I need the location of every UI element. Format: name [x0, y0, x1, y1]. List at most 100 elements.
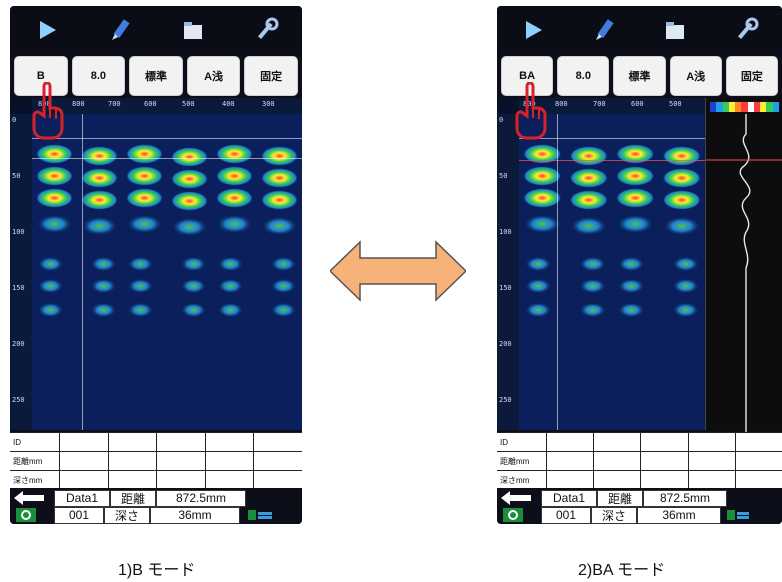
row-label: ID: [10, 433, 60, 451]
reflection-blob: [217, 256, 244, 272]
ytick: 250: [12, 396, 25, 404]
reflection-blob: [662, 146, 702, 166]
range-button[interactable]: 8.0: [71, 56, 126, 96]
back-arrow-icon[interactable]: [501, 491, 531, 505]
distance-label: 距離: [597, 489, 643, 507]
cursor-line-vertical[interactable]: [82, 114, 83, 430]
back-arrow-icon[interactable]: [14, 491, 44, 505]
reflection-blob: [671, 302, 700, 318]
reflection-blob: [662, 190, 702, 210]
reflection-blob: [524, 256, 553, 272]
data-name-field: Data1: [54, 489, 110, 507]
reflection-blob: [80, 216, 119, 236]
reflection-blob: [80, 146, 119, 166]
play-icon[interactable]: [32, 15, 62, 45]
cursor-line-vertical[interactable]: [557, 114, 558, 430]
folder-icon[interactable]: [178, 15, 208, 45]
reflection-blob: [270, 302, 297, 318]
reflection-blob: [215, 188, 254, 208]
b-scan-image[interactable]: 800 800 700 600 500 400 300 0 50 100 150…: [10, 98, 302, 430]
toolbar: [497, 6, 782, 54]
reflection-blob: [617, 302, 646, 318]
reflection-blob: [260, 216, 299, 236]
a-scope-waveform: [705, 98, 782, 434]
b-scan-image[interactable]: 800 800 700 600 500 0 50 100 150 200 250: [497, 98, 705, 430]
reflection-blob: [615, 144, 655, 164]
distance-value: 872.5mm: [643, 489, 727, 507]
reflection-blob: [615, 214, 655, 234]
reflection-blob: [170, 169, 209, 189]
reflection-blob: [170, 217, 209, 237]
cursor-line-horizontal[interactable]: [519, 160, 705, 161]
distance-axis: 800 800 700 600 500 400 300: [32, 98, 302, 114]
reflection-blob: [617, 278, 646, 294]
cursor-line-horizontal[interactable]: [32, 158, 302, 159]
reflection-blob: [569, 146, 609, 166]
pencil-icon[interactable]: [105, 15, 135, 45]
ytick: 50: [12, 172, 21, 180]
waveform-trace: [706, 114, 782, 434]
reflection-blob: [125, 144, 164, 164]
row-label: 深さmm: [10, 471, 60, 489]
caption-ba-mode: 2)BA モード: [578, 562, 666, 579]
fix-button[interactable]: 固定: [725, 56, 779, 96]
distance-label: 距離: [110, 489, 156, 507]
row-label: 深さmm: [497, 471, 547, 489]
reflection-blob: [270, 278, 297, 294]
reflection-blob: [127, 302, 154, 318]
reset-icon[interactable]: [503, 508, 523, 522]
reflection-blob: [615, 166, 655, 186]
reflection-blob: [260, 168, 299, 188]
range-button[interactable]: 8.0: [557, 56, 610, 96]
distance-value: 872.5mm: [156, 489, 246, 507]
pencil-icon[interactable]: [589, 15, 619, 45]
reflection-blob: [170, 147, 209, 167]
row-label: ID: [497, 433, 547, 451]
reflection-blob: [578, 278, 607, 294]
reflection-blob: [578, 256, 607, 272]
radar-heatmap: [519, 114, 705, 430]
table-row: 距離mm: [497, 452, 782, 471]
table-row: 距離mm: [10, 452, 302, 471]
toolbar: [10, 6, 302, 54]
reflection-blob: [90, 256, 117, 272]
reflection-blob: [80, 190, 119, 210]
pointing-hand-icon: [515, 82, 547, 140]
depth-mode-button[interactable]: A浅: [669, 56, 722, 96]
ytick: 100: [499, 228, 512, 236]
reflection-blob: [662, 216, 702, 236]
gain-button[interactable]: 標準: [129, 56, 183, 96]
depth-label: 深さ: [591, 506, 637, 524]
fix-button[interactable]: 固定: [244, 56, 298, 96]
battery-icon: [248, 510, 272, 520]
wrench-icon[interactable]: [251, 15, 281, 45]
reflection-blob: [578, 302, 607, 318]
tick: 400: [222, 100, 235, 108]
reflection-blob: [215, 144, 254, 164]
folder-icon[interactable]: [660, 15, 690, 45]
reflection-blob: [522, 188, 562, 208]
reflection-blob: [569, 216, 609, 236]
reset-icon[interactable]: [16, 508, 36, 522]
reflection-blob: [522, 214, 562, 234]
reflection-blob: [617, 256, 646, 272]
status-bar: Data1 距離 872.5mm 001 深さ 36mm: [10, 488, 302, 524]
play-icon[interactable]: [518, 15, 548, 45]
cursor-line-horizontal[interactable]: [32, 138, 302, 139]
gain-button[interactable]: 標準: [613, 56, 666, 96]
depth-value: 36mm: [150, 506, 240, 524]
ytick: 200: [12, 340, 25, 348]
reflection-blob: [90, 302, 117, 318]
battery-icon: [727, 510, 749, 520]
reflection-blob: [671, 256, 700, 272]
data-name-field: Data1: [541, 489, 597, 507]
ytick: 150: [499, 284, 512, 292]
wrench-icon[interactable]: [731, 15, 761, 45]
ytick: 50: [499, 172, 508, 180]
tick: 700: [593, 100, 606, 108]
depth-axis: 0 50 100 150 200 250: [497, 114, 519, 430]
reflection-blob: [90, 278, 117, 294]
tick: 500: [669, 100, 682, 108]
depth-mode-button[interactable]: A浅: [186, 56, 241, 96]
reflection-blob: [260, 146, 299, 166]
